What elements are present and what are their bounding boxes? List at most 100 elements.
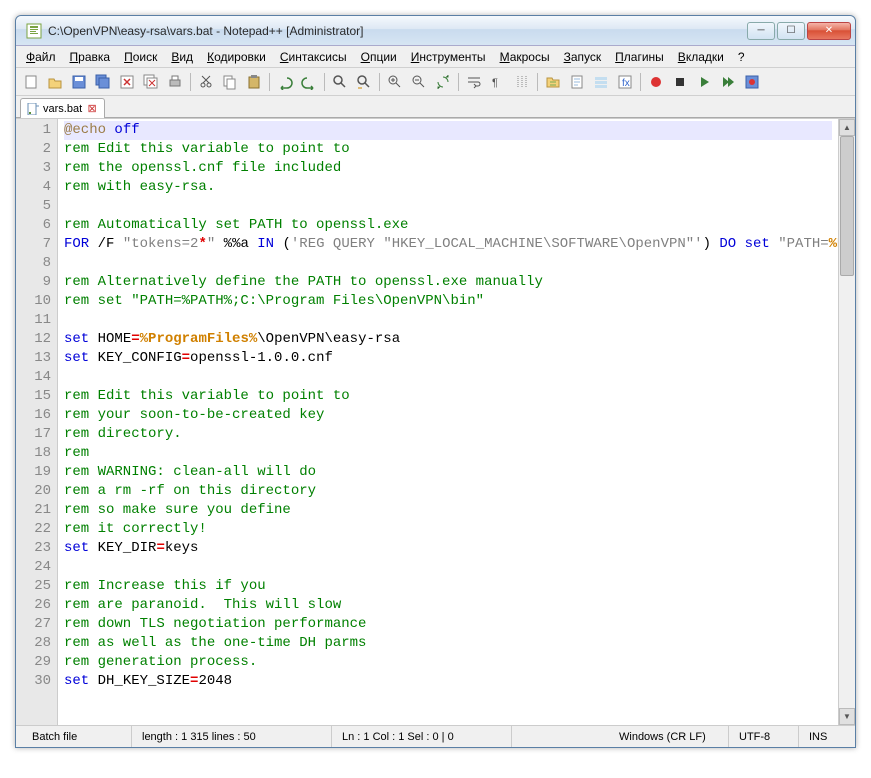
- sync-button[interactable]: [432, 71, 454, 93]
- close-button[interactable]: ✕: [807, 22, 851, 40]
- copy-button[interactable]: [219, 71, 241, 93]
- redo-button[interactable]: [298, 71, 320, 93]
- close-file-button[interactable]: [116, 71, 138, 93]
- code-line[interactable]: rem are paranoid. This will slow: [64, 596, 832, 615]
- line-number: 20: [18, 482, 51, 501]
- code-line[interactable]: rem down TLS negotiation performance: [64, 615, 832, 634]
- paste-button[interactable]: [243, 71, 265, 93]
- code-line[interactable]: [64, 368, 832, 387]
- code-line[interactable]: @echo off: [64, 121, 832, 140]
- code-line[interactable]: [64, 311, 832, 330]
- doc-list-button[interactable]: [590, 71, 612, 93]
- code-line[interactable]: rem your soon-to-be-created key: [64, 406, 832, 425]
- indent-guide-button[interactable]: [511, 71, 533, 93]
- vertical-scrollbar[interactable]: ▲ ▼: [838, 119, 855, 725]
- code-line[interactable]: rem Automatically set PATH to openssl.ex…: [64, 216, 832, 235]
- toolbar: ¶ fx: [16, 68, 855, 96]
- maximize-button[interactable]: ☐: [777, 22, 805, 40]
- scroll-up-button[interactable]: ▲: [839, 119, 855, 136]
- zoom-out-button[interactable]: [408, 71, 430, 93]
- print-button[interactable]: [164, 71, 186, 93]
- code-line[interactable]: rem directory.: [64, 425, 832, 444]
- menu-поиск[interactable]: Поиск: [118, 48, 163, 66]
- code-line[interactable]: [64, 558, 832, 577]
- menu-файл[interactable]: Файл: [20, 48, 62, 66]
- code-line[interactable]: FOR /F "tokens=2*" %%a IN ('REG QUERY "H…: [64, 235, 832, 254]
- save-file-button[interactable]: [68, 71, 90, 93]
- tab-close-button[interactable]: ⊠: [86, 103, 98, 115]
- stop-macro-button[interactable]: [669, 71, 691, 93]
- svg-text:¶: ¶: [492, 77, 498, 89]
- play-macro-icon: [696, 74, 712, 90]
- open-file-button[interactable]: [44, 71, 66, 93]
- titlebar[interactable]: C:\OpenVPN\easy-rsa\vars.bat - Notepad++…: [16, 16, 855, 46]
- code-line[interactable]: set DH_KEY_SIZE=2048: [64, 672, 832, 691]
- word-wrap-button[interactable]: [463, 71, 485, 93]
- line-number: 13: [18, 349, 51, 368]
- code-line[interactable]: set HOME=%ProgramFiles%\OpenVPN\easy-rsa: [64, 330, 832, 349]
- code-line[interactable]: rem set "PATH=%PATH%;C:\Program Files\Op…: [64, 292, 832, 311]
- code-line[interactable]: rem Edit this variable to point to: [64, 387, 832, 406]
- close-all-button[interactable]: [140, 71, 162, 93]
- menu-кодировки[interactable]: Кодировки: [201, 48, 272, 66]
- menu-опции[interactable]: Опции: [355, 48, 403, 66]
- menu-?[interactable]: ?: [732, 48, 751, 66]
- tab-vars-bat[interactable]: vars.bat ⊠: [20, 98, 105, 118]
- code-line[interactable]: rem WARNING: clean-all will do: [64, 463, 832, 482]
- toolbar-separator: [324, 73, 325, 91]
- doc-map-button[interactable]: [566, 71, 588, 93]
- code-line[interactable]: [64, 197, 832, 216]
- play-macro-button[interactable]: [693, 71, 715, 93]
- indent-guide-icon: [514, 74, 530, 90]
- line-number: 23: [18, 539, 51, 558]
- line-number: 10: [18, 292, 51, 311]
- menu-запуск[interactable]: Запуск: [558, 48, 608, 66]
- code-line[interactable]: rem Edit this variable to point to: [64, 140, 832, 159]
- new-file-button[interactable]: [20, 71, 42, 93]
- replace-button[interactable]: [353, 71, 375, 93]
- undo-button[interactable]: [274, 71, 296, 93]
- menu-синтаксисы[interactable]: Синтаксисы: [274, 48, 353, 66]
- code-line[interactable]: rem: [64, 444, 832, 463]
- line-number: 11: [18, 311, 51, 330]
- code-line[interactable]: [64, 254, 832, 273]
- scroll-thumb[interactable]: [840, 136, 854, 276]
- menu-вид[interactable]: Вид: [165, 48, 199, 66]
- code-line[interactable]: rem as well as the one-time DH parms: [64, 634, 832, 653]
- save-all-icon: [95, 74, 111, 90]
- show-all-chars-button[interactable]: ¶: [487, 71, 509, 93]
- line-number: 6: [18, 216, 51, 235]
- menu-макросы[interactable]: Макросы: [494, 48, 556, 66]
- line-number: 26: [18, 596, 51, 615]
- code-line[interactable]: set KEY_CONFIG=openssl-1.0.0.cnf: [64, 349, 832, 368]
- record-macro-button[interactable]: [645, 71, 667, 93]
- menu-инструменты[interactable]: Инструменты: [405, 48, 492, 66]
- save-macro-button[interactable]: [741, 71, 763, 93]
- zoom-in-button[interactable]: [384, 71, 406, 93]
- code-editor[interactable]: @echo offrem Edit this variable to point…: [58, 119, 838, 725]
- find-button[interactable]: [329, 71, 351, 93]
- code-line[interactable]: set KEY_DIR=keys: [64, 539, 832, 558]
- app-window: C:\OpenVPN\easy-rsa\vars.bat - Notepad++…: [15, 15, 856, 748]
- menu-вкладки[interactable]: Вкладки: [672, 48, 730, 66]
- code-line[interactable]: rem so make sure you define: [64, 501, 832, 520]
- code-line[interactable]: rem the openssl.cnf file included: [64, 159, 832, 178]
- code-line[interactable]: rem it correctly!: [64, 520, 832, 539]
- save-all-button[interactable]: [92, 71, 114, 93]
- code-line[interactable]: rem Increase this if you: [64, 577, 832, 596]
- menu-правка[interactable]: Правка: [64, 48, 117, 66]
- code-line[interactable]: rem Alternatively define the PATH to ope…: [64, 273, 832, 292]
- code-line[interactable]: rem with easy-rsa.: [64, 178, 832, 197]
- scroll-down-button[interactable]: ▼: [839, 708, 855, 725]
- zoom-out-icon: [411, 74, 427, 90]
- play-multiple-button[interactable]: [717, 71, 739, 93]
- function-list-button[interactable]: fx: [614, 71, 636, 93]
- code-line[interactable]: rem a rm -rf on this directory: [64, 482, 832, 501]
- minimize-button[interactable]: ─: [747, 22, 775, 40]
- cut-button[interactable]: [195, 71, 217, 93]
- show-all-chars-icon: ¶: [490, 74, 506, 90]
- code-line[interactable]: rem generation process.: [64, 653, 832, 672]
- folder-as-workspace-button[interactable]: [542, 71, 564, 93]
- status-encoding: UTF-8: [729, 726, 799, 747]
- menu-плагины[interactable]: Плагины: [609, 48, 670, 66]
